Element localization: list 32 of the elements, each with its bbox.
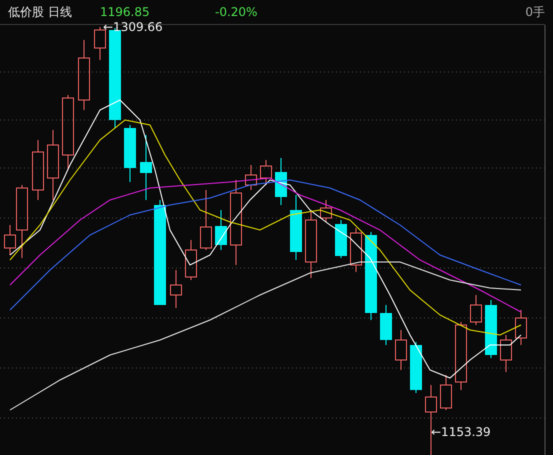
candlestick — [440, 374, 452, 410]
candlestick — [305, 210, 317, 278]
candlestick — [32, 140, 44, 200]
candlestick — [395, 330, 407, 370]
candlestick — [260, 160, 272, 186]
candlestick — [185, 240, 197, 280]
candlestick — [485, 300, 497, 358]
high-price-label: ←1309.66 — [103, 20, 163, 34]
candlestick — [200, 190, 212, 250]
candlestick — [124, 124, 136, 182]
candlestick — [245, 164, 257, 190]
candlestick — [140, 134, 152, 200]
candlestick — [275, 158, 287, 206]
candlestick — [78, 40, 90, 110]
candlestick — [350, 228, 362, 272]
candlestick — [170, 270, 182, 308]
candlestick — [455, 322, 467, 390]
candlestick — [290, 194, 302, 260]
chart-title: 低价股 日线 — [8, 4, 73, 20]
candlestick — [47, 130, 59, 200]
candlestick — [515, 310, 527, 346]
price-value: 1196.85 — [100, 5, 151, 19]
change-percent: -0.20% — [215, 5, 258, 19]
candlestick — [335, 220, 347, 258]
candlestick — [500, 334, 512, 372]
candlestick — [320, 200, 332, 222]
candlestick — [470, 294, 482, 326]
candlestick — [410, 342, 422, 394]
candlestick — [380, 304, 392, 346]
volume-value: 0手 — [525, 4, 545, 20]
candlestick — [215, 210, 227, 250]
low-price-label: ←1153.39 — [431, 425, 491, 439]
